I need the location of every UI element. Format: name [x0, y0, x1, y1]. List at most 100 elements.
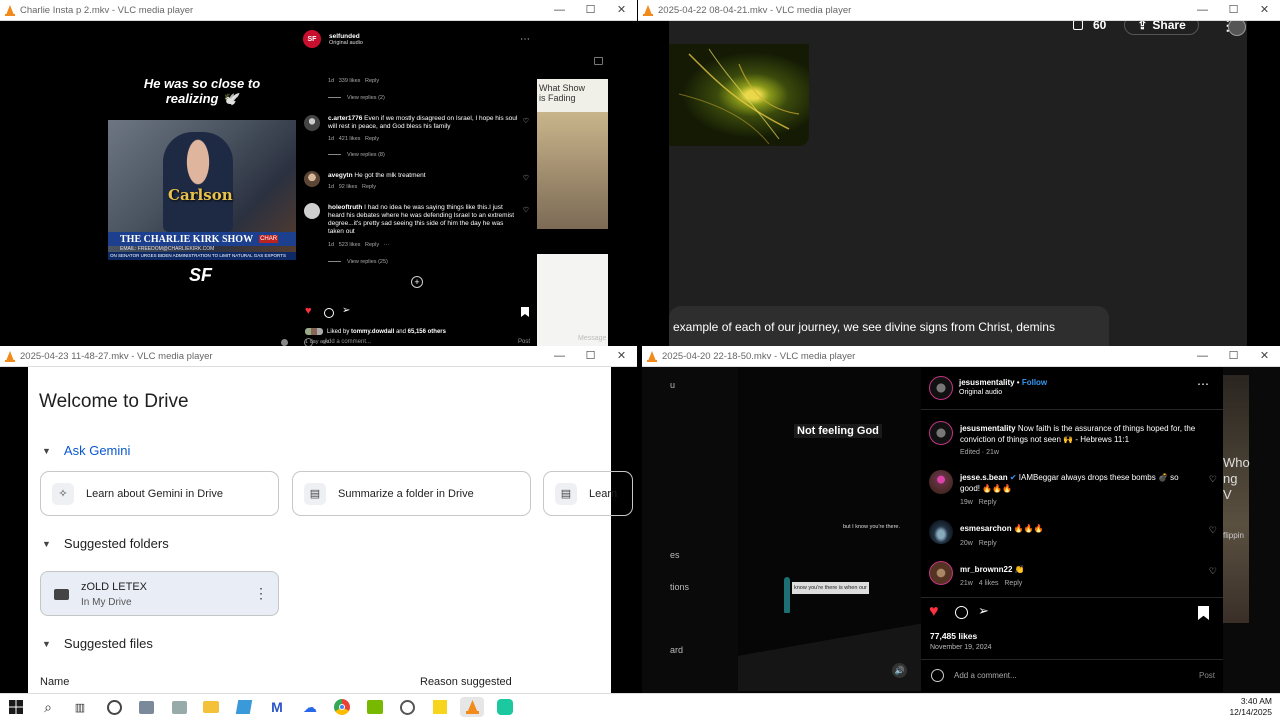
like-comment-icon[interactable]: ♡	[1209, 525, 1217, 536]
mute-icon[interactable]: 🔊	[892, 663, 907, 678]
liked-user[interactable]: tommy.dowdall	[351, 329, 394, 335]
reply-link[interactable]: Reply	[979, 540, 997, 547]
more-options-icon[interactable]: ⋯	[520, 34, 530, 45]
chrome-icon[interactable]	[332, 697, 352, 717]
video-area[interactable]: 60 ⇪Share ⋮ example of each of our journ…	[638, 21, 1280, 347]
taskbar-clock[interactable]: 3:40 AM 12/14/2025	[1229, 696, 1272, 718]
maximize-button[interactable]: ☐	[575, 0, 606, 21]
reply-link[interactable]: Reply	[979, 499, 997, 506]
share-icon[interactable]: ➢	[978, 603, 989, 619]
reply-link[interactable]: Reply	[362, 184, 376, 190]
like-comment-icon[interactable]: ♡	[523, 206, 529, 214]
close-button[interactable]: ✕	[1249, 0, 1280, 21]
app-icon-8[interactable]	[495, 697, 515, 717]
folder-card[interactable]: zOLD LETEX In My Drive ⋮	[40, 571, 279, 616]
vlc-taskbar-icon[interactable]	[460, 697, 484, 717]
account-avatar[interactable]	[929, 376, 953, 400]
like-comment-icon[interactable]: ♡	[523, 174, 529, 182]
likes-count[interactable]: 77,485 likes	[930, 631, 977, 641]
reply-link[interactable]: Reply	[365, 242, 379, 248]
close-button[interactable]: ✕	[1249, 346, 1280, 367]
comment-icon[interactable]	[324, 308, 334, 318]
app-icon-5[interactable]: M	[267, 697, 287, 717]
reply-link[interactable]: Reply	[365, 78, 379, 84]
like-comment-icon[interactable]: ♡	[1209, 566, 1217, 577]
audio-label[interactable]: Original audio	[959, 389, 1047, 396]
liked-heart-icon[interactable]: ♥	[305, 305, 312, 317]
col-name-header[interactable]: Name	[40, 676, 69, 688]
minimize-button[interactable]: —	[1187, 346, 1218, 367]
video-area[interactable]: He was so close to realizing 🕊️ Carlson …	[0, 21, 637, 347]
search-icon[interactable]: ⌕	[38, 697, 58, 717]
share-icon[interactable]: ➢	[342, 305, 350, 316]
account-avatar[interactable]: SF	[303, 30, 321, 48]
view-replies[interactable]: View replies (8)	[328, 152, 385, 158]
view-replies[interactable]: View replies (25)	[328, 259, 388, 265]
post-button[interactable]: Post	[1199, 671, 1215, 680]
title-bar[interactable]: 2025-04-23 11-48-27.mkv - VLC media play…	[0, 346, 637, 367]
add-comment-input[interactable]: Add a comment...	[324, 339, 371, 345]
commenter-avatar[interactable]	[929, 470, 953, 494]
maximize-button[interactable]: ☐	[575, 346, 606, 367]
title-bar[interactable]: 2025-04-22 08-04-21.mkv - VLC media play…	[638, 0, 1280, 21]
like-comment-icon[interactable]: ♡	[523, 117, 529, 125]
col-reason-header[interactable]: Reason suggested	[420, 676, 512, 688]
app-icon-7[interactable]	[397, 697, 417, 717]
account-name[interactable]: jesusmentality	[959, 378, 1015, 387]
view-replies[interactable]: View replies (2)	[328, 95, 385, 101]
caption-avatar[interactable]	[929, 421, 953, 445]
ask-gemini-section[interactable]: ▼ Ask Gemini	[42, 443, 130, 458]
commenter-avatar[interactable]	[929, 561, 953, 585]
file-explorer-icon[interactable]	[201, 697, 221, 717]
emoji-icon[interactable]	[931, 669, 944, 682]
commenter-avatar[interactable]	[304, 171, 320, 187]
post-button[interactable]: Post	[518, 339, 530, 345]
minimize-button[interactable]: —	[1187, 0, 1218, 21]
more-options-icon[interactable]: ⋯	[1197, 377, 1209, 391]
liked-others[interactable]: 65,156 others	[408, 329, 446, 335]
message-button[interactable]: Message	[578, 335, 606, 342]
title-bar[interactable]: Charlie Insta p 2.mkv - VLC media player…	[0, 0, 637, 21]
minimize-button[interactable]: —	[544, 346, 575, 367]
bookmark-icon[interactable]	[1198, 606, 1209, 620]
minimize-button[interactable]: —	[544, 0, 575, 21]
app-icon-4[interactable]	[234, 697, 254, 717]
commenter-avatar[interactable]	[929, 520, 953, 544]
app-icon-6[interactable]: ☁	[300, 697, 320, 717]
app-icon-1[interactable]	[104, 697, 124, 717]
suggested-folders-section[interactable]: ▼ Suggested folders	[42, 536, 169, 551]
commenter-avatar[interactable]	[304, 115, 320, 131]
add-comment-input[interactable]: Add a comment...	[954, 671, 1017, 680]
playlist-icon[interactable]	[594, 57, 603, 65]
video-area[interactable]: u es tions ard Not feeling God but I kno…	[642, 367, 1280, 693]
commenter-avatar[interactable]	[304, 203, 320, 219]
liked-heart-icon[interactable]: ♥	[929, 603, 939, 621]
nvidia-icon[interactable]	[365, 697, 385, 717]
close-button[interactable]: ✕	[606, 346, 637, 367]
task-view-icon[interactable]: ▥	[70, 697, 90, 717]
maximize-button[interactable]: ☐	[1218, 0, 1249, 21]
reply-link[interactable]: Reply	[365, 136, 379, 142]
more-icon[interactable]: ···	[384, 242, 390, 248]
gemini-chip[interactable]: ▤ Learn	[543, 471, 633, 516]
account-name[interactable]: selfunded	[329, 33, 363, 40]
maximize-button[interactable]: ☐	[1218, 346, 1249, 367]
suggested-files-section[interactable]: ▼ Suggested files	[42, 636, 153, 651]
title-bar[interactable]: 2025-04-20 22-18-50.mkv - VLC media play…	[642, 346, 1280, 367]
bookmark-icon[interactable]	[521, 307, 529, 317]
comments-icon[interactable]	[1073, 21, 1083, 30]
video-area[interactable]: Welcome to Drive ▼ Ask Gemini ✧ Learn abou…	[0, 367, 637, 693]
share-button[interactable]: ⇪ Share	[1124, 21, 1199, 35]
load-more-icon[interactable]: +	[411, 276, 423, 288]
reply-link[interactable]: Reply	[1004, 580, 1022, 587]
follow-button[interactable]: Follow	[1022, 378, 1047, 387]
close-button[interactable]: ✕	[606, 0, 637, 21]
gemini-chip[interactable]: ▤ Summarize a folder in Drive	[292, 471, 531, 516]
start-button[interactable]	[6, 697, 26, 717]
like-comment-icon[interactable]: ♡	[1209, 474, 1217, 485]
comment-icon[interactable]	[955, 606, 968, 619]
folder-more-icon[interactable]: ⋮	[254, 585, 268, 602]
gemini-chip[interactable]: ✧ Learn about Gemini in Drive	[40, 471, 279, 516]
app-icon-3[interactable]	[169, 697, 189, 717]
sticky-notes-icon[interactable]	[430, 697, 450, 717]
